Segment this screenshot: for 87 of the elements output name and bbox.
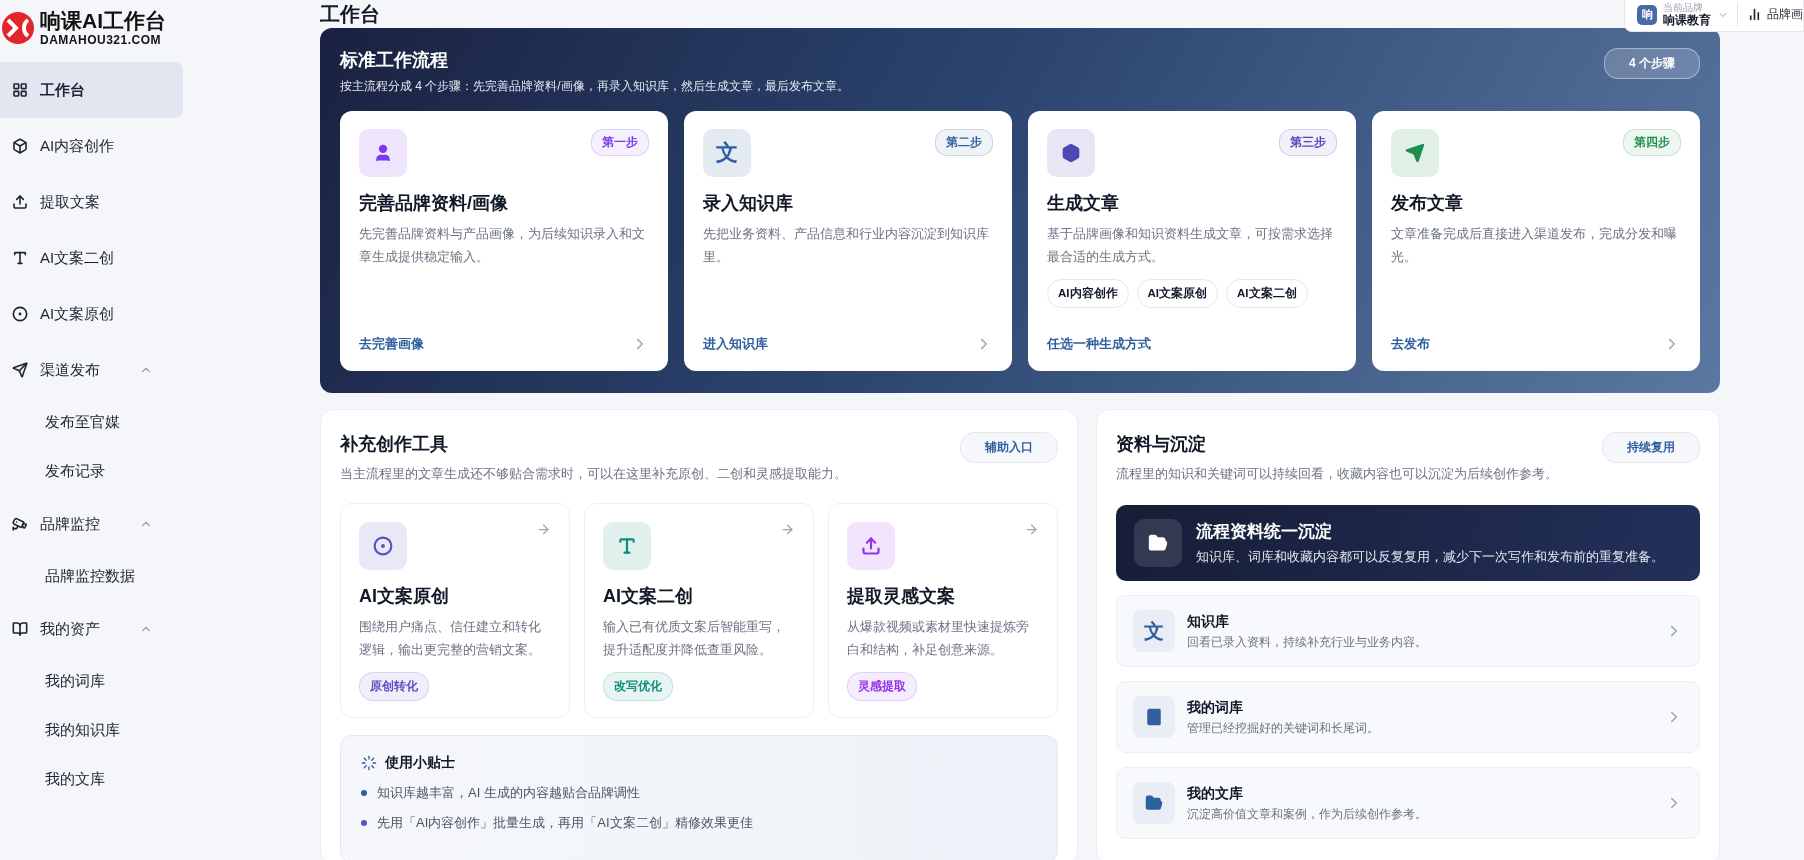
banner-description: 知识库、词库和收藏内容都可以反复复用，减少下一次写作和发布前的重复准备。 — [1196, 549, 1664, 566]
sidebar-item[interactable]: 品牌监控 — [0, 496, 183, 552]
nav-icon — [12, 516, 28, 532]
sidebar-subitem[interactable]: 我的词库 — [0, 657, 183, 706]
sidebar-item[interactable]: AI文案二创 — [0, 230, 183, 286]
page-title: 工作台 — [320, 2, 380, 27]
tool-card[interactable]: AI文案原创 围绕用户痛点、信任建立和转化逻辑，输出更完整的营销文案。 原创转化 — [340, 503, 570, 718]
sidebar-subitem[interactable]: 发布记录 — [0, 447, 183, 496]
text-glyph-icon: 文 — [703, 129, 751, 177]
tip-text: 知识库越丰富，AI 生成的内容越贴合品牌调性 — [377, 784, 640, 802]
card-description: 从爆款视频或素材里快速提炼旁白和结构，补足创意来源。 — [847, 619, 1030, 659]
steps-badge: 4 个步骤 — [1604, 48, 1700, 79]
bar-chart-icon — [1748, 8, 1761, 21]
card-title: 发布文章 — [1391, 192, 1464, 215]
tool-tag: 改写优化 — [603, 672, 673, 701]
card-title: 录入知识库 — [703, 192, 794, 215]
card-description: 先完善品牌资料与产品画像，为后续知识录入和文章生成提供稳定输入。 — [359, 226, 646, 266]
step-badge: 第二步 — [935, 129, 993, 156]
asset-row[interactable]: 我的词库 管理已经挖掘好的关键词和长尾词。 — [1116, 681, 1700, 753]
sidebar-item[interactable]: AI文案原创 — [0, 286, 183, 342]
sidebar-subitem[interactable]: 发布至官媒 — [0, 398, 183, 447]
tool-tag: 原创转化 — [359, 672, 429, 701]
card-title: 生成文章 — [1047, 192, 1120, 215]
row-description: 管理已经挖掘好的关键词和长尾词。 — [1187, 720, 1380, 736]
brand-domain: DAMAHOU321.COM — [40, 33, 162, 47]
step-badge: 第三步 — [1279, 129, 1337, 156]
tool-card[interactable]: 提取灵感文案 从爆款视频或素材里快速提炼旁白和结构，补足创意来源。 灵感提取 — [828, 503, 1058, 718]
panel-subtitle: 按主流程分成 4 个步骤：先完善品牌资料/画像，再录入知识库，然后生成文章，最后发布文章。 — [340, 78, 849, 95]
nav-icon — [12, 194, 28, 210]
folder-icon — [1133, 782, 1175, 824]
nav-icon — [12, 250, 28, 266]
nav-icon — [12, 138, 28, 154]
banner-title: 流程资料统一沉淀 — [1196, 521, 1333, 543]
sidebar-subitem[interactable]: 我的知识库 — [0, 706, 183, 755]
sidebar-item[interactable]: 我的资产 — [0, 601, 183, 657]
sidebar-subitem[interactable]: 品牌监控数据 — [0, 552, 183, 601]
card-description: 先把业务资料、产品信息和行业内容沉淀到知识库里。 — [703, 226, 990, 266]
book-icon — [1133, 696, 1175, 738]
panel-title: 资料与沉淀 — [1116, 433, 1207, 456]
nav-icon — [12, 362, 28, 378]
folder-icon — [1134, 519, 1182, 567]
card-link[interactable]: 去完善画像 — [359, 335, 424, 353]
panel-title: 标准工作流程 — [340, 49, 449, 72]
arrow-right-icon — [536, 522, 551, 537]
row-title: 知识库 — [1187, 612, 1230, 631]
card-link[interactable]: 任选一种生成方式 — [1047, 335, 1151, 353]
sidebar-item[interactable]: 工作台 — [0, 62, 183, 118]
card-description: 基于品牌画像和知识资料生成文章，可按需求选择最合适的生成方式。 — [1047, 226, 1334, 266]
step-badge: 第四步 — [1623, 129, 1681, 156]
card-description: 输入已有优质文案后智能重写，提升适配度并降低查重风险。 — [603, 619, 786, 659]
section-badge: 持续复用 — [1602, 432, 1700, 463]
brand-name: 响课AI工作台 — [40, 9, 166, 33]
section-badge: 辅助入口 — [960, 432, 1058, 463]
tool-card[interactable]: AI文案二创 输入已有优质文案后智能重写，提升适配度并降低查重风险。 改写优化 — [584, 503, 814, 718]
tips-title: 使用小贴士 — [385, 754, 455, 772]
row-description: 回看已录入资料，持续补充行业与业务内容。 — [1187, 634, 1428, 650]
panel-subtitle: 流程里的知识和关键词可以持续回看，收藏内容也可以沉淀为后续创作参考。 — [1116, 466, 1558, 483]
card-title: 完善品牌资料/画像 — [359, 192, 509, 215]
card-description: 围绕用户痛点、信任建立和转化逻辑，输出更完整的营销文案。 — [359, 619, 542, 659]
row-description: 沉淀高价值文章和案例，作为后续创作参考。 — [1187, 806, 1428, 822]
nav-icon — [12, 621, 28, 637]
panel-title: 补充创作工具 — [340, 433, 449, 456]
card-title: 提取灵感文案 — [847, 585, 956, 608]
sidebar-item[interactable]: AI内容创作 — [0, 118, 183, 174]
card-link[interactable]: 进入知识库 — [703, 335, 768, 353]
asset-row[interactable]: 文 知识库 回看已录入资料，持续补充行业与业务内容。 — [1116, 595, 1700, 667]
step-badge: 第一步 — [591, 129, 649, 156]
arrow-right-icon — [1024, 522, 1039, 537]
nav-icon — [12, 306, 28, 322]
nav-icon — [12, 82, 28, 98]
text-glyph-icon: 文 — [1133, 610, 1175, 652]
tip-text: 先用「AI内容创作」批量生成，再用「AI文案二创」精修效果更佳 — [377, 814, 753, 832]
arrow-right-icon — [780, 522, 795, 537]
sparkle-icon — [361, 755, 377, 771]
sidebar-item[interactable]: 渠道发布 — [0, 342, 183, 398]
card-title: AI文案二创 — [603, 585, 694, 608]
sidebar-item[interactable]: 提取文案 — [0, 174, 183, 230]
asset-row[interactable]: 我的文库 沉淀高价值文章和案例，作为后续创作参考。 — [1116, 767, 1700, 839]
sidebar-subitem[interactable]: 我的文库 — [0, 755, 183, 804]
panel-subtitle: 当主流程里的文章生成还不够贴合需求时，可以在这里补充原创、二创和灵感提取能力。 — [340, 466, 847, 483]
card-title: AI文案原创 — [359, 585, 450, 608]
brand-profile-link[interactable]: 品牌画 — [1748, 6, 1803, 23]
row-title: 我的文库 — [1187, 784, 1244, 803]
card-description: 文章准备完成后直接进入渠道发布，完成分发和曝光。 — [1391, 226, 1678, 266]
row-title: 我的词库 — [1187, 698, 1244, 717]
card-link[interactable]: 去发布 — [1391, 335, 1430, 353]
tool-tag: 灵感提取 — [847, 672, 917, 701]
